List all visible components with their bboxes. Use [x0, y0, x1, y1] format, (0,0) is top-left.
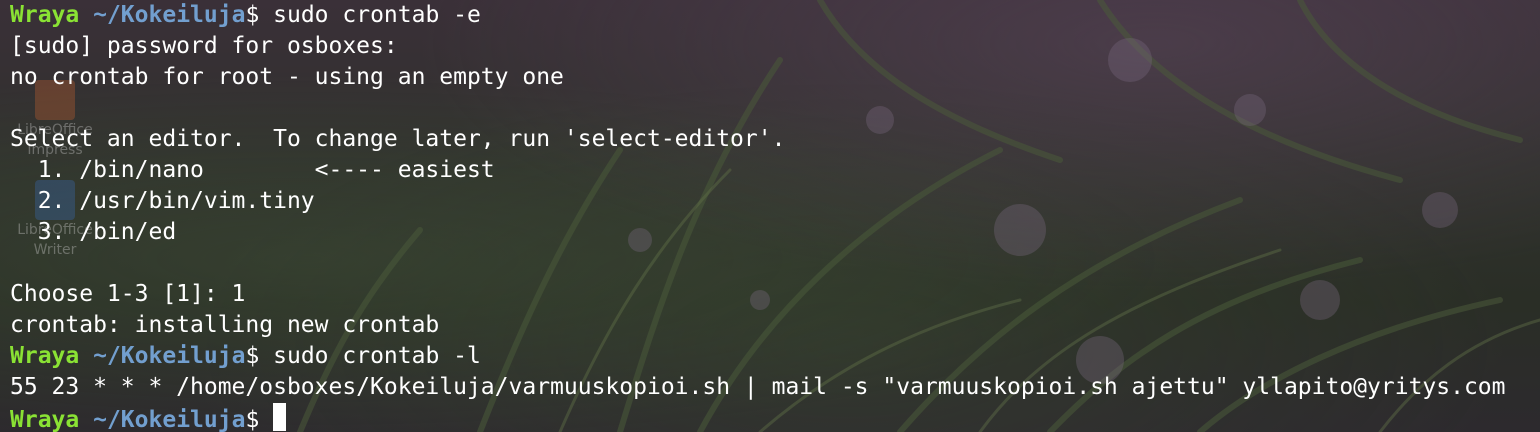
- prompt-user: Wraya: [10, 407, 80, 432]
- prompt-path: ~/Kokeiluja: [93, 407, 246, 432]
- prompt-symbol: $: [245, 2, 260, 28]
- terminal-output-line: [sudo] password for osboxes:: [10, 33, 398, 59]
- terminal-output-line: 3. /bin/ed: [10, 219, 177, 245]
- terminal-output-line: 2. /usr/bin/vim.tiny: [10, 188, 315, 214]
- prompt-symbol: $: [245, 343, 260, 369]
- terminal-cursor[interactable]: [273, 403, 287, 431]
- prompt-command: sudo crontab -e: [259, 2, 481, 28]
- terminal-prompt-line: Wraya ~/Kokeiluja$ sudo crontab -l: [10, 341, 1540, 372]
- prompt-symbol: $: [245, 407, 260, 432]
- prompt-path: ~/Kokeiluja: [93, 2, 246, 28]
- terminal-output-line: Choose 1-3 [1]: 1: [10, 281, 246, 307]
- terminal-output-line: 55 23 * * * /home/osboxes/Kokeiluja/varm…: [10, 374, 1506, 400]
- prompt-user: Wraya: [10, 2, 80, 28]
- terminal-output-line: no crontab for root - using an empty one: [10, 64, 564, 90]
- prompt-path: ~/Kokeiluja: [93, 343, 246, 369]
- prompt-command: [259, 407, 273, 432]
- terminal-prompt-line: Wraya ~/Kokeiluja$: [10, 403, 1540, 432]
- terminal-window[interactable]: Wraya ~/Kokeiluja$ sudo crontab -e [sudo]…: [0, 0, 1540, 432]
- terminal-prompt-line: Wraya ~/Kokeiluja$ sudo crontab -e: [10, 0, 1540, 31]
- terminal-output-line: Select an editor. To change later, run '…: [10, 126, 786, 152]
- prompt-command: sudo crontab -l: [259, 343, 481, 369]
- prompt-user: Wraya: [10, 343, 80, 369]
- terminal-output-line: crontab: installing new crontab: [10, 312, 440, 338]
- terminal-output-line: 1. /bin/nano <---- easiest: [10, 157, 495, 183]
